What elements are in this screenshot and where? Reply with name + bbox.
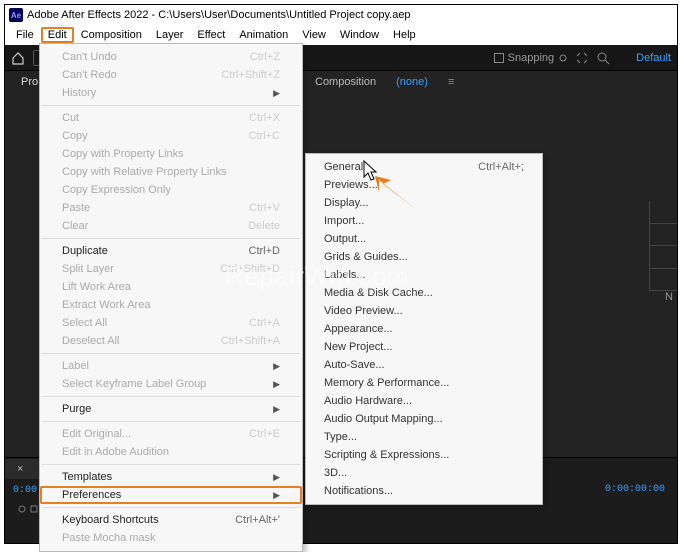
- submenu-arrow-icon: ▶: [273, 490, 280, 501]
- edit-item-templates[interactable]: Templates▶: [40, 468, 302, 486]
- edit-item-split-layer: Split LayerCtrl+Shift+D: [40, 260, 302, 278]
- prefs-item-auto-save[interactable]: Auto-Save...: [306, 356, 542, 374]
- menu-view[interactable]: View: [295, 27, 333, 43]
- edit-item-copy-with-property-links: Copy with Property Links: [40, 145, 302, 163]
- app-icon: Ae: [9, 8, 23, 22]
- menu-composition[interactable]: Composition: [74, 27, 149, 43]
- prefs-item-grids-guides[interactable]: Grids & Guides...: [306, 248, 542, 266]
- edit-item-purge[interactable]: Purge▶: [40, 400, 302, 418]
- edit-item-edit-original: Edit Original...Ctrl+E: [40, 425, 302, 443]
- edit-item-keyboard-shortcuts[interactable]: Keyboard ShortcutsCtrl+Alt+': [40, 511, 302, 529]
- submenu-arrow-icon: ▶: [273, 379, 280, 390]
- prefs-item-output[interactable]: Output...: [306, 230, 542, 248]
- edit-item-deselect-all: Deselect AllCtrl+Shift+A: [40, 332, 302, 350]
- snapping-label: Snapping: [508, 52, 555, 64]
- edit-item-clear: ClearDelete: [40, 217, 302, 235]
- edit-item-duplicate[interactable]: DuplicateCtrl+D: [40, 242, 302, 260]
- titlebar: Ae Adobe After Effects 2022 - C:\Users\U…: [5, 5, 677, 25]
- prefs-item-display[interactable]: Display...: [306, 194, 542, 212]
- prefs-item-media-disk-cache[interactable]: Media & Disk Cache...: [306, 284, 542, 302]
- edit-item-can-t-undo: Can't UndoCtrl+Z: [40, 48, 302, 66]
- prefs-item-notifications[interactable]: Notifications...: [306, 482, 542, 500]
- snapping-icon: [558, 53, 568, 63]
- search-icon[interactable]: [596, 51, 610, 65]
- menu-edit[interactable]: Edit: [41, 27, 74, 43]
- edit-item-label: Label▶: [40, 357, 302, 375]
- menu-layer[interactable]: Layer: [149, 27, 191, 43]
- panel-tab-none: (none): [386, 72, 438, 92]
- prefs-item-general[interactable]: General...Ctrl+Alt+;: [306, 158, 542, 176]
- edit-item-history: History▶: [40, 84, 302, 102]
- edit-item-preferences[interactable]: Preferences▶: [40, 486, 302, 504]
- submenu-arrow-icon: ▶: [273, 361, 280, 372]
- edit-item-copy: CopyCtrl+C: [40, 127, 302, 145]
- edit-item-paste-mocha-mask: Paste Mocha mask: [40, 529, 302, 547]
- prefs-item-new-project[interactable]: New Project...: [306, 338, 542, 356]
- home-icon[interactable]: [11, 51, 25, 65]
- prefs-item-audio-output-mapping[interactable]: Audio Output Mapping...: [306, 410, 542, 428]
- timeline-close-icon[interactable]: ×: [5, 459, 29, 479]
- edit-item-paste: PasteCtrl+V: [40, 199, 302, 217]
- prefs-item-type[interactable]: Type...: [306, 428, 542, 446]
- edit-item-edit-in-adobe-audition: Edit in Adobe Audition: [40, 443, 302, 461]
- prefs-item-import[interactable]: Import...: [306, 212, 542, 230]
- menu-effect[interactable]: Effect: [190, 27, 232, 43]
- submenu-arrow-icon: ▶: [273, 472, 280, 483]
- menubar: File Edit Composition Layer Effect Anima…: [5, 25, 677, 45]
- edit-item-select-all: Select AllCtrl+A: [40, 314, 302, 332]
- menu-file[interactable]: File: [9, 27, 41, 43]
- edit-item-select-keyframe-label-group: Select Keyframe Label Group▶: [40, 375, 302, 393]
- prefs-item-labels[interactable]: Labels...: [306, 266, 542, 284]
- edit-item-can-t-redo: Can't RedoCtrl+Shift+Z: [40, 66, 302, 84]
- submenu-arrow-icon: ▶: [273, 404, 280, 415]
- prefs-item-3d[interactable]: 3D...: [306, 464, 542, 482]
- window-title: Adobe After Effects 2022 - C:\Users\User…: [27, 9, 411, 21]
- prefs-item-previews[interactable]: Previews...: [306, 176, 542, 194]
- snapping-toggle[interactable]: Snapping: [494, 52, 569, 64]
- prefs-item-appearance[interactable]: Appearance...: [306, 320, 542, 338]
- timecode-end: 0:00:00:00: [605, 484, 665, 495]
- edit-item-lift-work-area: Lift Work Area: [40, 278, 302, 296]
- submenu-arrow-icon: ▶: [273, 88, 280, 99]
- right-panel-label: N: [665, 291, 673, 303]
- panel-menu-icon[interactable]: ≡: [438, 72, 464, 92]
- preferences-submenu: General...Ctrl+Alt+;Previews...Display..…: [305, 153, 543, 505]
- ruler: [649, 201, 677, 291]
- edit-menu-dropdown: Can't UndoCtrl+ZCan't RedoCtrl+Shift+ZHi…: [39, 43, 303, 552]
- expand-icon[interactable]: [576, 52, 588, 64]
- edit-item-cut: CutCtrl+X: [40, 109, 302, 127]
- prefs-item-video-preview[interactable]: Video Preview...: [306, 302, 542, 320]
- prefs-item-scripting-expressions[interactable]: Scripting & Expressions...: [306, 446, 542, 464]
- workspace-default[interactable]: Default: [636, 52, 671, 64]
- menu-help[interactable]: Help: [386, 27, 423, 43]
- prefs-item-memory-performance[interactable]: Memory & Performance...: [306, 374, 542, 392]
- edit-item-copy-with-relative-property-links: Copy with Relative Property Links: [40, 163, 302, 181]
- prefs-item-audio-hardware[interactable]: Audio Hardware...: [306, 392, 542, 410]
- panel-tab-composition[interactable]: Composition: [305, 72, 386, 92]
- menu-animation[interactable]: Animation: [232, 27, 295, 43]
- edit-item-copy-expression-only: Copy Expression Only: [40, 181, 302, 199]
- checkbox-icon[interactable]: [494, 53, 504, 63]
- menu-window[interactable]: Window: [333, 27, 386, 43]
- edit-item-extract-work-area: Extract Work Area: [40, 296, 302, 314]
